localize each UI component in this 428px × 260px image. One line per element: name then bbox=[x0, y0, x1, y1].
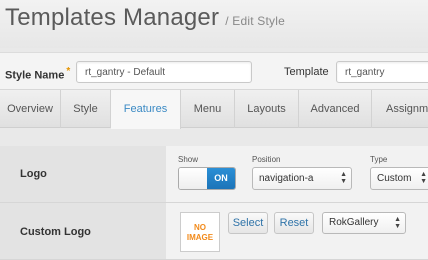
tab-layouts[interactable]: Layouts bbox=[235, 90, 299, 128]
page-title: Templates Manager / Edit Style bbox=[5, 4, 285, 32]
logo-row-controls: Show ON Position navigation-a ▲ ▼ Type Cu… bbox=[166, 146, 428, 203]
logo-label: Logo bbox=[20, 168, 47, 180]
type-select-value: Custom bbox=[377, 173, 412, 184]
style-name-label-text: Style Name bbox=[5, 69, 65, 82]
tab-bar: Overview Style Features Menu Layouts Adv… bbox=[0, 90, 428, 129]
select-arrows-icon: ▲ ▼ bbox=[394, 216, 401, 230]
gallery-select[interactable]: RokGallery ▲ ▼ bbox=[322, 212, 406, 234]
custom-logo-row-controls: NO IMAGE Select Reset RokGallery ▲ ▼ bbox=[166, 203, 428, 260]
show-toggle[interactable]: ON bbox=[178, 167, 236, 190]
page-subtitle: / Edit Style bbox=[225, 14, 285, 28]
page-header: Templates Manager / Edit Style bbox=[0, 0, 428, 48]
select-image-button[interactable]: Select bbox=[228, 212, 268, 234]
no-image-line2: IMAGE bbox=[186, 233, 214, 242]
position-select[interactable]: navigation-a ▲ ▼ bbox=[252, 167, 352, 190]
reset-image-button[interactable]: Reset bbox=[274, 212, 314, 234]
toggle-off-half bbox=[179, 168, 207, 189]
show-label: Show bbox=[178, 155, 199, 164]
style-name-label: Style Name * bbox=[5, 66, 70, 82]
page-title-text: Templates Manager bbox=[5, 4, 220, 31]
no-image-placeholder: NO IMAGE bbox=[180, 212, 220, 252]
style-name-input[interactable]: rt_gantry - Default bbox=[76, 61, 252, 83]
select-arrows-icon: ▲ ▼ bbox=[340, 171, 347, 185]
tab-assignments[interactable]: Assignme bbox=[372, 90, 428, 128]
tab-menu[interactable]: Menu bbox=[181, 90, 235, 128]
tab-features[interactable]: Features bbox=[111, 90, 181, 129]
required-marker: * bbox=[66, 66, 71, 77]
select-arrows-icon: ▲ ▼ bbox=[420, 171, 427, 185]
custom-logo-row-label: Custom Logo bbox=[0, 203, 166, 260]
position-select-value: navigation-a bbox=[259, 173, 314, 184]
template-label: Template bbox=[284, 66, 329, 78]
tab-style[interactable]: Style bbox=[61, 90, 111, 128]
template-input[interactable]: rt_gantry bbox=[336, 61, 428, 83]
custom-logo-label: Custom Logo bbox=[20, 226, 91, 238]
no-image-line1: NO bbox=[194, 223, 206, 232]
features-panel: Logo Show ON Position navigation-a ▲ ▼ Ty… bbox=[0, 146, 428, 260]
position-label: Position bbox=[252, 155, 281, 164]
type-label: Type bbox=[370, 155, 388, 164]
style-name-bar: Style Name * rt_gantry - Default Template… bbox=[0, 52, 428, 90]
tab-advanced[interactable]: Advanced bbox=[299, 90, 372, 128]
gallery-select-value: RokGallery bbox=[329, 217, 379, 228]
toggle-on-half: ON bbox=[207, 168, 235, 189]
tab-overview[interactable]: Overview bbox=[0, 90, 61, 128]
type-select[interactable]: Custom ▲ ▼ bbox=[370, 167, 428, 190]
logo-row-label: Logo bbox=[0, 146, 166, 203]
